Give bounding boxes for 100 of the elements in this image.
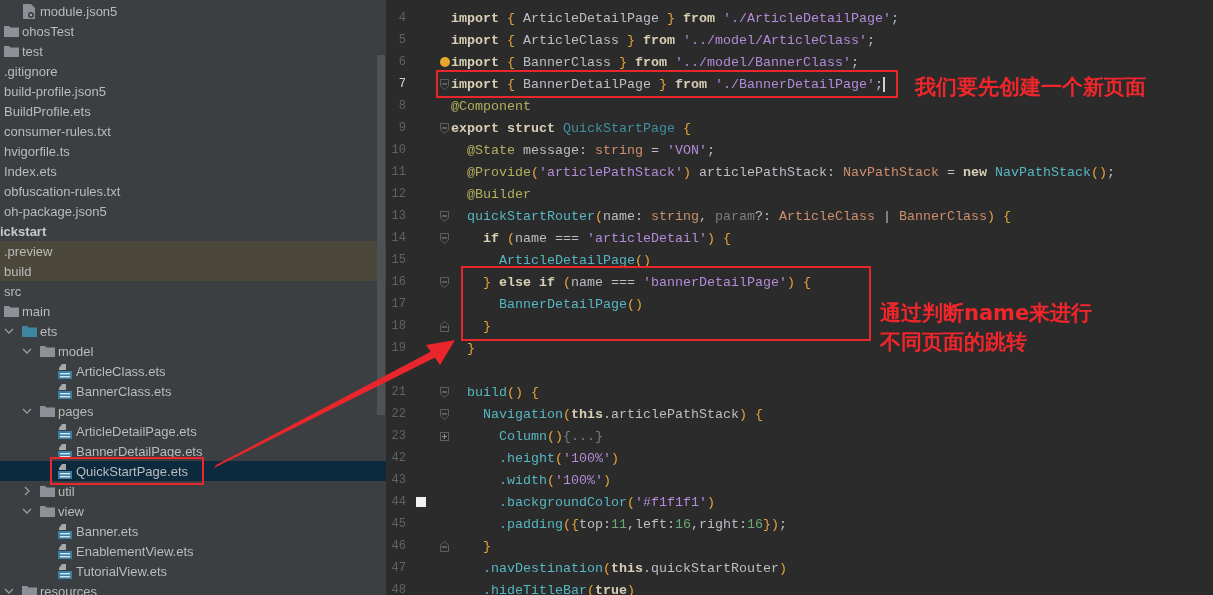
- file-icon: [58, 543, 72, 559]
- collapse-fold-icon[interactable]: [440, 210, 449, 222]
- code-line: @Component: [451, 98, 531, 114]
- tree-row[interactable]: consumer-rules.txt: [0, 121, 386, 141]
- tree-row[interactable]: ArticleDetailPage.ets: [0, 421, 386, 441]
- file-icon: [58, 563, 72, 579]
- line-number: 5: [398, 33, 406, 47]
- line-number: 7: [398, 77, 406, 91]
- tree-row[interactable]: ArticleClass.ets: [0, 361, 386, 381]
- lightbulb-icon[interactable]: [440, 57, 450, 67]
- tree-row[interactable]: build: [0, 261, 386, 281]
- tree-row[interactable]: BannerClass.ets: [0, 381, 386, 401]
- tree-row[interactable]: .gitignore: [0, 61, 386, 81]
- tree-row[interactable]: hvigorfile.ts: [0, 141, 386, 161]
- code-line: import { BannerDetailPage } from './BannerDetailPage';: [451, 76, 885, 92]
- file-name: pages: [58, 403, 94, 419]
- expand-fold-icon[interactable]: [440, 430, 449, 442]
- chevron-down-icon[interactable]: [22, 346, 32, 356]
- tree-row[interactable]: test: [0, 41, 386, 61]
- tree-row[interactable]: BuildProfile.ets: [0, 101, 386, 121]
- code-line: import { ArticleDetailPage } from './ArticleDetailPage';: [451, 10, 899, 26]
- code-line: }: [482, 538, 491, 554]
- collapse-fold-icon[interactable]: [440, 78, 449, 90]
- chevron-down-icon[interactable]: [4, 586, 14, 595]
- line-number: 4: [398, 11, 406, 25]
- collapse-fold-icon[interactable]: [440, 320, 449, 332]
- tree-row[interactable]: util: [0, 481, 386, 501]
- tree-row[interactable]: ickstart: [0, 221, 386, 241]
- line-number: 22: [391, 407, 406, 421]
- code-line: .navDestination(this.quickStartRouter): [482, 560, 787, 576]
- chevron-down-icon[interactable]: [22, 506, 32, 516]
- code-line: if (name === 'articleDetail') {: [482, 230, 731, 246]
- annotation-note: 通过判断name来进行 不同页面的跳转: [880, 300, 1093, 356]
- tree-row[interactable]: model: [0, 341, 386, 361]
- code-line: .width('100%'): [498, 472, 611, 488]
- file-name: BannerDetailPage.ets: [76, 443, 203, 459]
- file-name: .gitignore: [4, 63, 58, 79]
- code-line: .height('100%'): [498, 450, 619, 466]
- line-number: 13: [391, 209, 406, 223]
- code-line: quickStartRouter(name: string, param?: ArticleClass | BannerClass) {: [466, 208, 1011, 224]
- line-number: 9: [398, 121, 406, 135]
- file-name: src: [4, 283, 22, 299]
- line-number: 16: [391, 275, 406, 289]
- line-number: 11: [391, 165, 406, 179]
- tree-row[interactable]: view: [0, 501, 386, 521]
- code-line: import { BannerClass } from '../model/BannerClass';: [451, 54, 859, 70]
- file-name: model: [58, 343, 94, 359]
- tree-row[interactable]: ohosTest: [0, 21, 386, 41]
- file-name: ohosTest: [22, 23, 75, 39]
- collapse-fold-icon[interactable]: [440, 408, 449, 420]
- tree-row[interactable]: oh-package.json5: [0, 201, 386, 221]
- tree-row[interactable]: BannerDetailPage.ets: [0, 441, 386, 461]
- code-line: @Builder: [466, 186, 531, 202]
- line-number: 21: [391, 385, 406, 399]
- line-number: 12: [391, 187, 406, 201]
- folder-icon: [4, 45, 19, 57]
- tree-row[interactable]: pages: [0, 401, 386, 421]
- tree-row[interactable]: obfuscation-rules.txt: [0, 181, 386, 201]
- chevron-down-icon[interactable]: [22, 406, 32, 416]
- tree-row[interactable]: Banner.ets: [0, 521, 386, 541]
- collapse-fold-icon[interactable]: [440, 232, 449, 244]
- tree-row[interactable]: QuickStartPage.ets: [0, 461, 386, 481]
- line-number: 10: [391, 143, 406, 157]
- tree-row[interactable]: TutorialView.ets: [0, 561, 386, 581]
- tree-row[interactable]: main: [0, 301, 386, 321]
- file-name: BuildProfile.ets: [4, 103, 91, 119]
- file-name: .preview: [4, 243, 53, 259]
- code-line: @State message: string = 'VON';: [466, 142, 715, 158]
- file-name: ArticleClass.ets: [76, 363, 166, 379]
- tree-row[interactable]: .preview: [0, 241, 386, 261]
- file-name: BannerClass.ets: [76, 383, 172, 399]
- file-name: main: [22, 303, 51, 319]
- tree-row[interactable]: EnablementView.ets: [0, 541, 386, 561]
- file-name: QuickStartPage.ets: [76, 463, 188, 479]
- folder-icon: [22, 325, 37, 337]
- tree-row[interactable]: src: [0, 281, 386, 301]
- line-number: 8: [398, 99, 406, 113]
- chevron-right-icon[interactable]: [22, 486, 32, 496]
- file-name: ArticleDetailPage.ets: [76, 423, 197, 439]
- tree-row[interactable]: module.json5: [0, 1, 386, 21]
- color-swatch[interactable]: [416, 497, 426, 507]
- folder-icon: [40, 505, 55, 517]
- file-name: ets: [40, 323, 58, 339]
- folder-icon: [4, 25, 19, 37]
- collapse-fold-icon[interactable]: [440, 386, 449, 398]
- tree-row[interactable]: resources: [0, 581, 386, 595]
- line-number: 6: [398, 55, 406, 69]
- collapse-fold-icon[interactable]: [440, 540, 449, 552]
- annotation-note: 我们要先创建一个新页面: [915, 74, 1146, 101]
- collapse-fold-icon[interactable]: [440, 122, 449, 134]
- code-line: } else if (name === 'bannerDetailPage') {: [482, 274, 811, 290]
- scrollbar[interactable]: [377, 55, 385, 415]
- tree-row[interactable]: build-profile.json5: [0, 81, 386, 101]
- tree-row[interactable]: Index.ets: [0, 161, 386, 181]
- collapse-fold-icon[interactable]: [440, 276, 449, 288]
- chevron-down-icon[interactable]: [4, 326, 14, 336]
- file-name: Banner.ets: [76, 523, 139, 539]
- tree-row[interactable]: ets: [0, 321, 386, 341]
- code-line: export struct QuickStartPage {: [451, 120, 691, 136]
- line-number: 17: [391, 297, 406, 311]
